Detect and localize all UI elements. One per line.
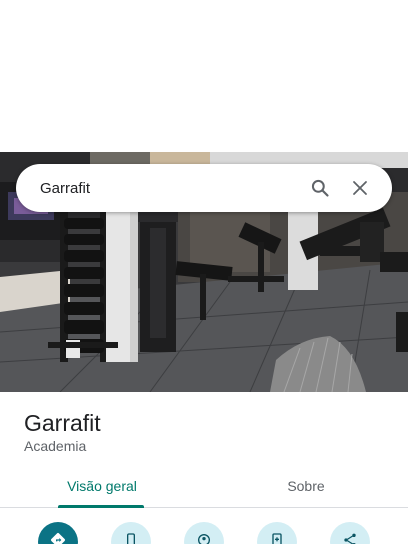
place-category: Academia (24, 438, 87, 454)
place-sheet: Garrafit Academia Visão geral Sobre (0, 392, 408, 544)
directions-button[interactable] (38, 522, 78, 544)
tab-bar: Visão geral Sobre (0, 470, 408, 508)
close-icon[interactable] (340, 168, 380, 208)
save-icon (269, 532, 285, 544)
action-row (0, 522, 408, 544)
search-input[interactable]: Garrafit (40, 180, 300, 197)
phone-icon (123, 532, 139, 544)
share-button[interactable] (330, 522, 370, 544)
street-view-icon (196, 532, 212, 544)
street-view-button[interactable] (184, 522, 224, 544)
directions-icon (50, 532, 66, 544)
call-button[interactable] (111, 522, 151, 544)
search-icon[interactable] (300, 168, 340, 208)
share-icon (342, 532, 358, 544)
save-button[interactable] (257, 522, 297, 544)
tab-selected-indicator (58, 505, 144, 508)
search-bar[interactable]: Garrafit (16, 164, 392, 212)
tab-overview[interactable]: Visão geral (0, 470, 204, 508)
map-blank-area (0, 0, 408, 152)
tab-about[interactable]: Sobre (204, 470, 408, 508)
place-title: Garrafit (24, 410, 101, 436)
